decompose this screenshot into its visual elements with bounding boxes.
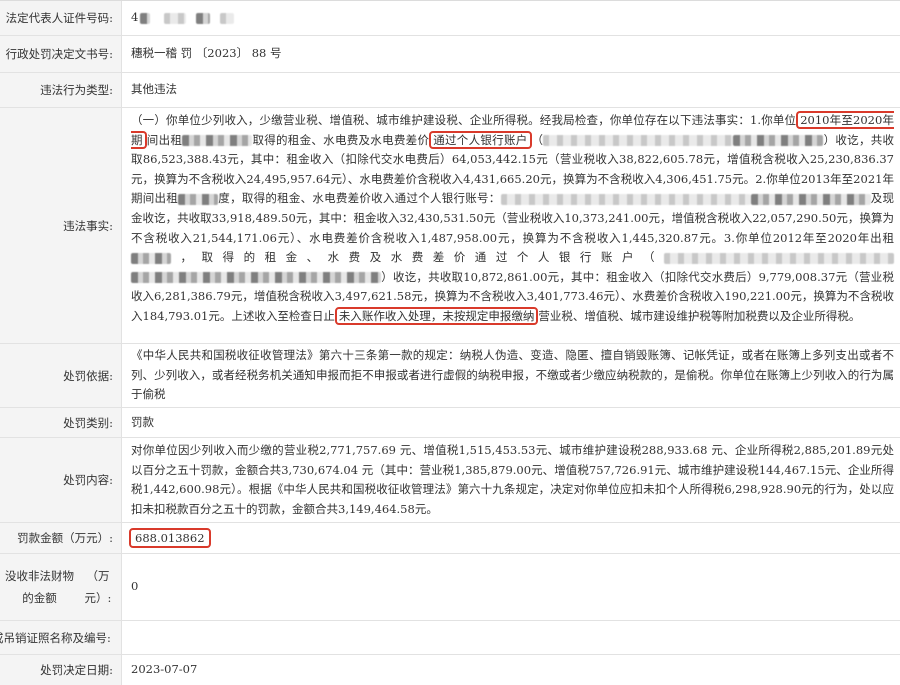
value-category: 罚款 [131,414,154,429]
facts-text: 取得的租金、水电费及水电费差价 [252,132,430,147]
facts-text: （ [531,132,544,147]
label-basis: 处罚依据: [0,344,122,407]
highlight-personal-account: 通过个人银行账户 [429,130,532,149]
row-amount: 罚款金额（万元）: 688.013862 [0,523,900,554]
redacted-block [131,252,171,264]
penalty-info-table: 法定代表人证件号码: 4 行政处罚决定文书号: 穗税一稽 罚 〔2023〕 88… [0,0,900,685]
label-confiscation-line2: （万元）: [84,569,112,605]
label-violation-type: 违法行为类型: [0,73,122,107]
facts-text: ，取得的租金、水费及水费差价通过个人银行账户（ [171,250,664,265]
redacted-block [131,272,381,284]
facts-text: 度，取得的租金、水电费差价收入通过个人银行账号： [218,191,501,206]
value-content: 对你单位因少列收入而少缴的营业税2,771,757.69 元、增值税1,515,… [131,443,894,516]
redacted-block [182,135,253,147]
value-license [122,621,900,654]
redacted-block [543,135,734,147]
label-facts: 违法事实: [0,108,122,343]
label-category: 处罚类别: [0,408,122,437]
highlight-unrecorded-income: 未入账作收入处理，未按规定申报缴纳 [334,306,539,325]
value-date: 2023-07-07 [131,662,198,677]
value-amount: 688.013862 [122,523,900,553]
label-doc-no: 行政处罚决定文书号: [0,36,122,72]
value-doc-no: 穗税一稽 罚 〔2023〕 88 号 [131,46,282,61]
row-content: 处罚内容: 对你单位因少列收入而少缴的营业税2,771,757.69 元、增值税… [0,438,900,523]
redacted-block [500,193,751,205]
redacted-block [196,12,211,24]
label-date: 处罚决定日期: [0,655,122,685]
label-legal-id: 法定代表人证件号码: [0,1,122,35]
redacted-block [664,252,894,264]
fine-amount: 688.013862 [129,528,211,548]
value-legal-id: 4 [122,1,900,35]
label-license: 或吊销证照名称及编号: [0,621,122,654]
redacted-block [140,12,151,24]
label-confiscation-line1: 没收非法财物的金额 [4,569,74,605]
redacted-block [164,12,187,24]
row-violation-type: 违法行为类型: 其他违法 [0,73,900,108]
row-facts: 违法事实: （一）你单位少列收入，少缴营业税、增值税、城市维护建设税、企业所得税… [0,108,900,344]
row-legal-id: 法定代表人证件号码: 4 [0,1,900,36]
row-category: 处罚类别: 罚款 [0,408,900,438]
facts-text: 营业税、增值税、城市建设维护税等附加税费以及企业所得税。 [538,308,861,323]
label-amount: 罚款金额（万元）: [0,523,122,553]
row-doc-no: 行政处罚决定文书号: 穗税一稽 罚 〔2023〕 88 号 [0,36,900,73]
value-facts: （一）你单位少列收入，少缴营业税、增值税、城市维护建设税、企业所得税。经我局检查… [122,108,900,343]
row-basis: 处罚依据: 《中华人民共和国税收征收管理法》第六十三条第一款的规定：纳税人伪造、… [0,344,900,408]
redacted-block [733,135,824,147]
row-date: 处罚决定日期: 2023-07-07 [0,655,900,685]
redacted-block [178,193,219,205]
redacted-block [220,12,235,24]
legal-id-prefix: 4 [131,10,139,25]
value-violation-type: 其他违法 [131,82,177,97]
row-confiscation: 没收非法财物的金额 （万元）: 0 [0,554,900,621]
label-license-text: 或吊销证照名称及编号: [0,630,111,645]
facts-text: （一）你单位少列收入，少缴营业税、增值税、城市维护建设税、企业所得税。经我局检查… [131,113,797,127]
value-basis: 《中华人民共和国税收征收管理法》第六十三条第一款的规定：纳税人伪造、变造、隐匿、… [131,348,894,402]
label-confiscation: 没收非法财物的金额 （万元）: [0,554,122,620]
redacted-block [750,193,871,205]
row-license: 或吊销证照名称及编号: [0,621,900,655]
facts-text: 间出租 [146,132,183,147]
value-confiscation: 0 [131,579,139,594]
label-content: 处罚内容: [0,438,122,522]
